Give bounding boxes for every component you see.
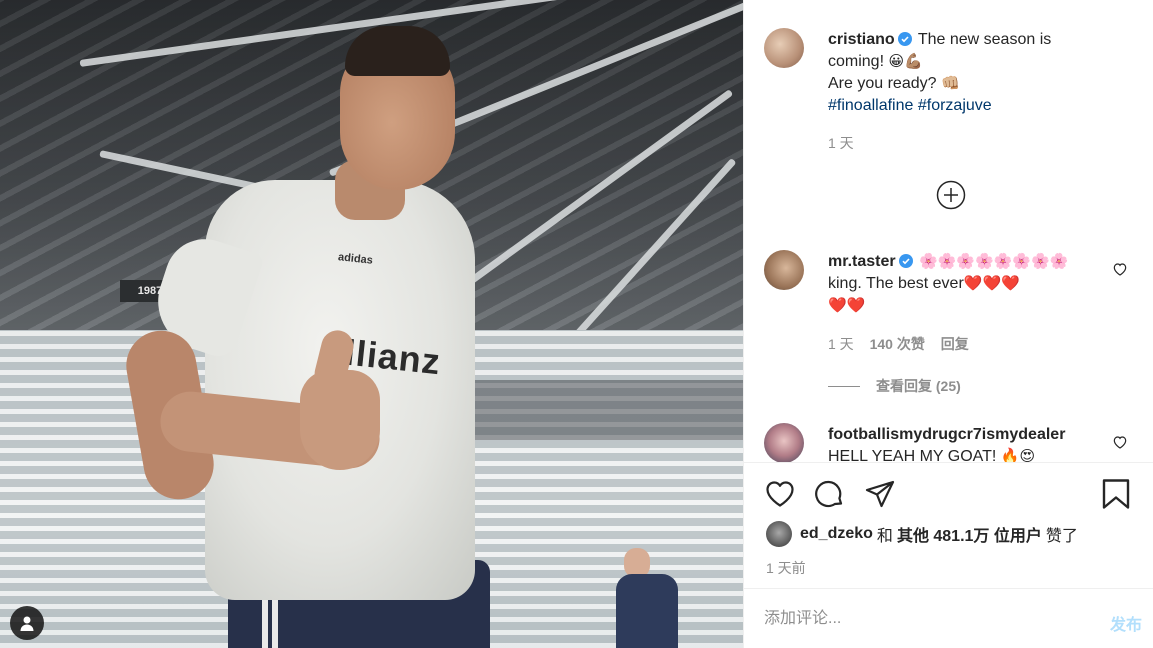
- divider-line: [828, 385, 860, 387]
- view-replies-label: 查看回复 (25): [876, 378, 961, 394]
- comment-icon[interactable]: [814, 478, 846, 510]
- likes-count-link[interactable]: 其他 481.1万 位用户: [897, 522, 1042, 546]
- comment-emoji: ❤️❤️: [828, 297, 866, 314]
- timestamp[interactable]: 1 天: [828, 336, 854, 352]
- caption-text-line2: Are you ready?: [828, 75, 937, 92]
- timestamp[interactable]: 1 天: [828, 135, 854, 151]
- liker-username[interactable]: ed_dzeko: [800, 525, 873, 543]
- comment-text: king. The best ever: [828, 275, 964, 292]
- player-figure: Allianz adidas: [0, 0, 743, 648]
- caption-emoji: 👊🏼: [940, 75, 960, 92]
- comment-emoji: 🌸🌸🌸🌸🌸🌸🌸🌸: [919, 253, 1069, 270]
- verified-badge-icon: [897, 32, 912, 46]
- post-sidebar: cristiano The new season is coming! 😀💪🏽 …: [743, 0, 1153, 648]
- view-replies-button[interactable]: 查看回复 (25): [828, 376, 961, 396]
- heart-icon[interactable]: [764, 478, 796, 510]
- comment-item: mr.taster 🌸🌸🌸🌸🌸🌸🌸🌸 king. The best ever❤️…: [828, 251, 1098, 317]
- avatar[interactable]: [764, 28, 804, 68]
- bookmark-icon[interactable]: [1101, 478, 1131, 510]
- verified-badge-icon: [898, 254, 913, 268]
- reply-button[interactable]: 回复: [941, 336, 969, 352]
- post-actions: [764, 478, 896, 510]
- add-comment-bar: 发布: [744, 588, 1153, 648]
- likes-suffix: 赞了: [1045, 528, 1078, 545]
- comment-like-heart-icon[interactable]: [1112, 434, 1128, 450]
- plus-circle-icon[interactable]: [936, 180, 966, 210]
- post-timestamp[interactable]: 1 天前: [766, 558, 806, 578]
- comment-like-count[interactable]: 140 次赞: [870, 336, 925, 352]
- post-photo[interactable]: 1987 Allianz adidas: [0, 0, 743, 648]
- likes-connector: 和: [876, 528, 893, 545]
- comment-item: footballismydrugcr7ismydealer HELL YEAH …: [828, 424, 1098, 462]
- comment-username[interactable]: mr.taster: [828, 253, 896, 270]
- post-comment-button[interactable]: 发布: [1110, 611, 1142, 635]
- comment-like-heart-icon[interactable]: [1112, 261, 1128, 277]
- avatar[interactable]: [764, 423, 804, 462]
- share-icon[interactable]: [864, 478, 896, 510]
- hashtag-link[interactable]: #finoallafine: [828, 97, 913, 114]
- avatar[interactable]: [766, 521, 792, 547]
- comment-input[interactable]: [764, 607, 1084, 631]
- hashtag-link[interactable]: #forzajuve: [918, 97, 992, 114]
- comment-emoji: 🔥😍: [1000, 448, 1036, 462]
- comment-text: HELL YEAH MY GOAT!: [828, 448, 997, 462]
- post-caption: cristiano The new season is coming! 😀💪🏽 …: [828, 29, 1078, 117]
- caption-time: 1 天: [828, 133, 866, 153]
- comment-username[interactable]: footballismydrugcr7ismydealer: [828, 426, 1065, 443]
- comment-emoji: ❤️❤️❤️: [963, 275, 1020, 292]
- caption-username[interactable]: cristiano: [828, 31, 895, 48]
- avatar[interactable]: [764, 250, 804, 290]
- comment-meta: 1 天 140 次赞 回复: [828, 334, 981, 354]
- divider: [744, 462, 1153, 463]
- user-tag-icon[interactable]: [10, 606, 44, 640]
- likes-summary: ed_dzeko 和 其他 481.1万 位用户 赞了: [766, 521, 1078, 547]
- comments-section[interactable]: cristiano The new season is coming! 😀💪🏽 …: [744, 0, 1153, 462]
- caption-emoji: 😀💪🏽: [888, 53, 923, 70]
